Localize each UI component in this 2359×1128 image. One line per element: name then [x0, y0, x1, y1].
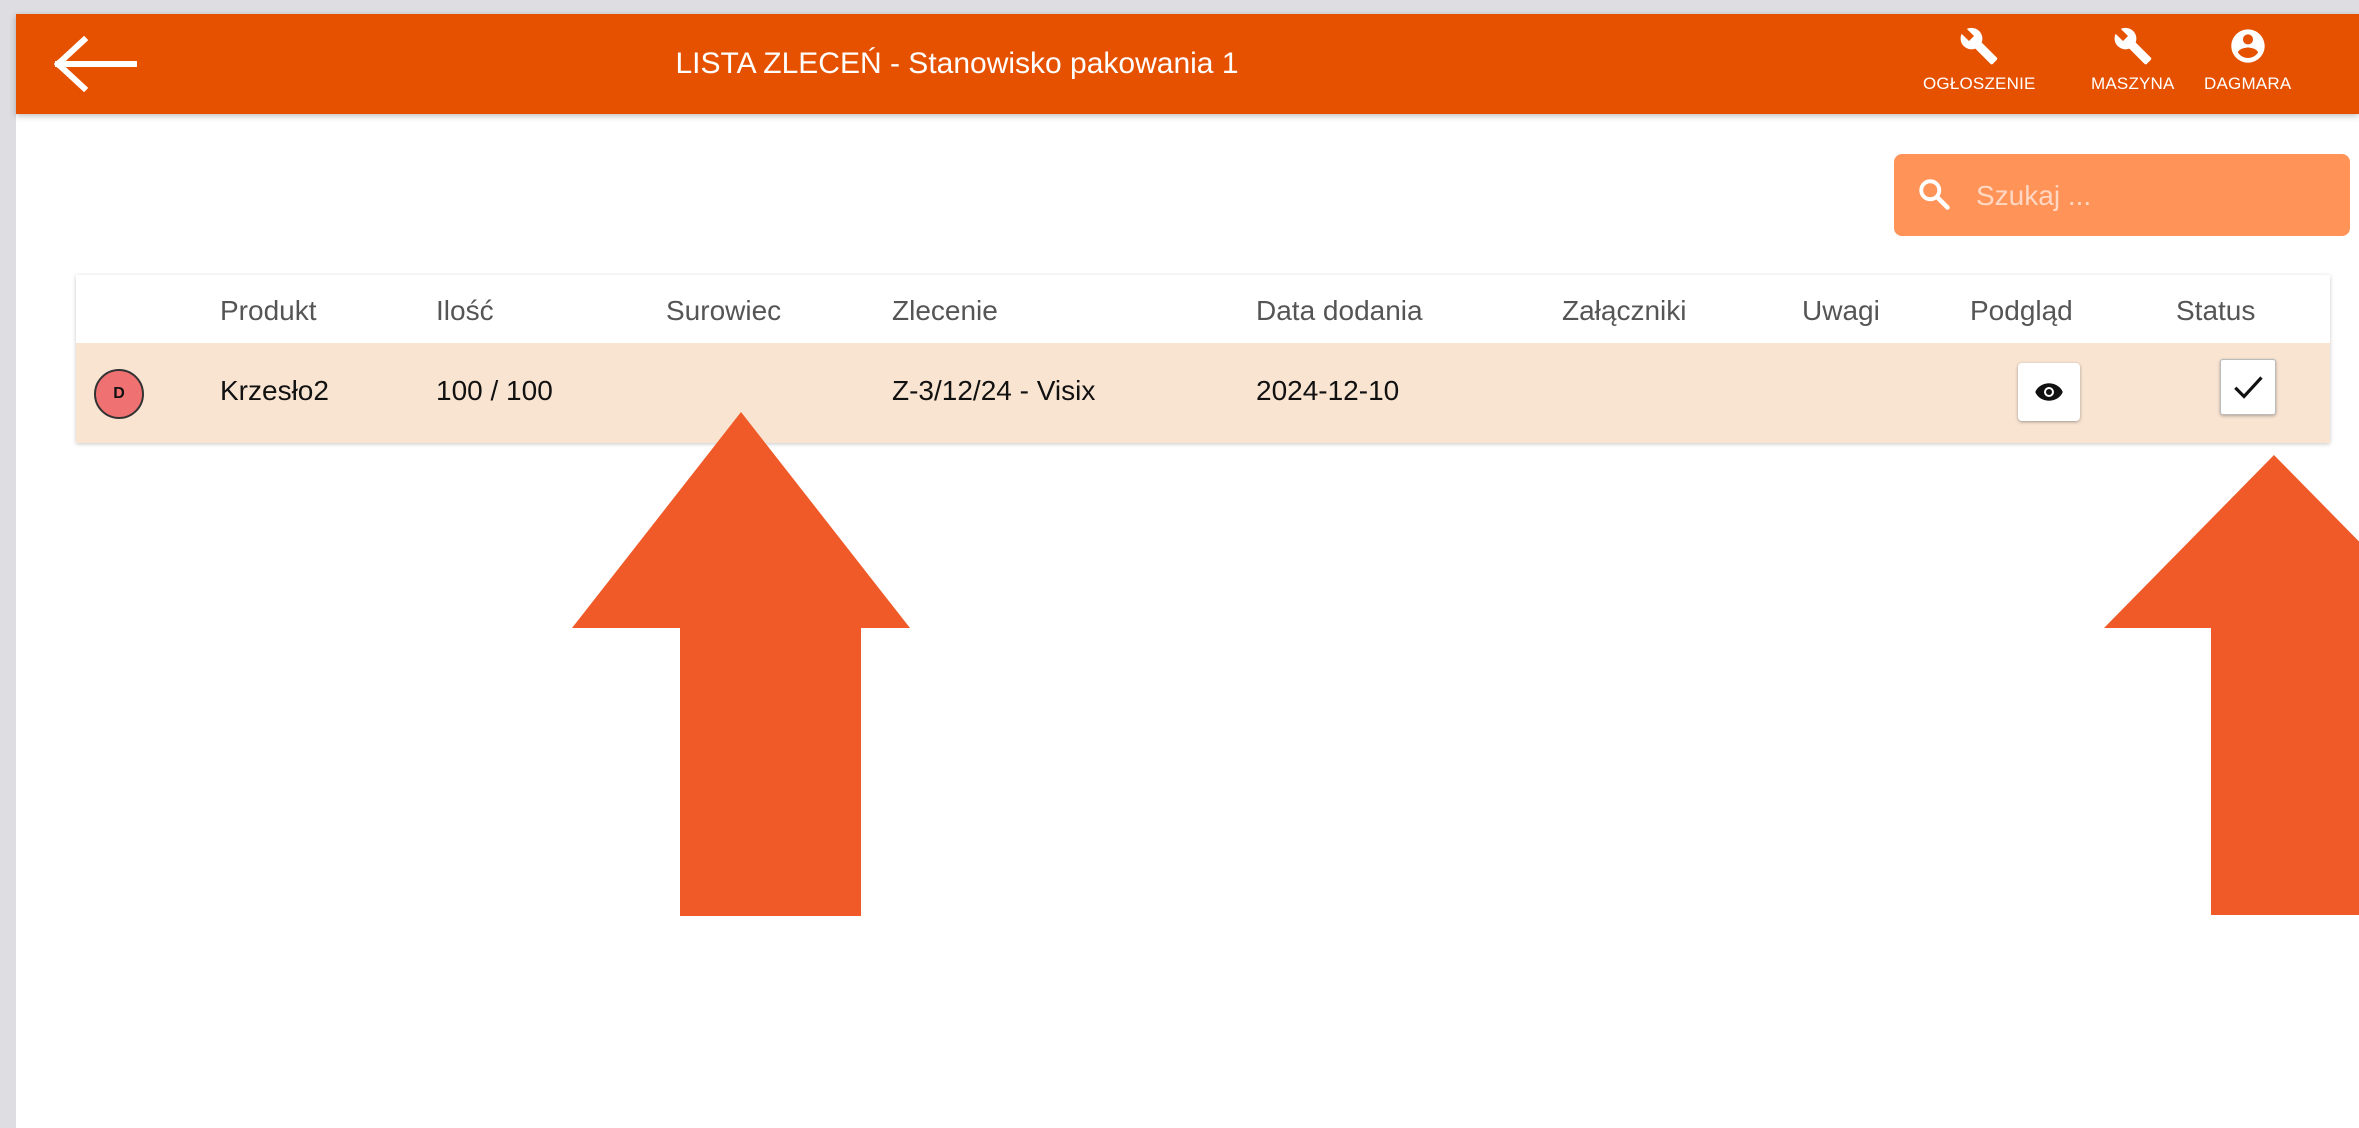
search-field[interactable]: [1894, 154, 2350, 238]
column-header-uwagi[interactable]: Uwagi: [1802, 295, 1880, 327]
announcement-label: OGŁOSZENIE: [1923, 74, 2036, 93]
cell-ilosc: 100 / 100: [436, 375, 553, 406]
column-header-data-dodania[interactable]: Data dodania: [1256, 295, 1423, 327]
checkmark-icon: [2234, 376, 2263, 399]
announcement-button[interactable]: OGŁOSZENIE: [1923, 26, 2036, 94]
cell-zlecenie: Z-3/12/24 - Visix: [892, 375, 1096, 406]
user-menu-button[interactable]: DAGMARA: [2204, 26, 2291, 94]
annotation-arrow-up-icon: [572, 412, 910, 916]
screen-frame-left: [0, 0, 16, 1128]
search-input[interactable]: [1974, 154, 2338, 238]
column-header-produkt[interactable]: Produkt: [220, 295, 317, 327]
cell-data-dodania: 2024-12-10: [1256, 375, 1400, 406]
annotation-arrow-up-icon: [2104, 455, 2359, 915]
column-header-zalaczniki[interactable]: Załączniki: [1562, 295, 1686, 327]
column-header-ilosc[interactable]: Ilość: [436, 295, 494, 327]
wrench-icon: [1960, 27, 1998, 65]
machine-button[interactable]: MASZYNA: [2091, 26, 2175, 94]
cell-produkt: Krzesło2: [220, 375, 329, 406]
screen-frame-top: [0, 0, 2359, 14]
table-row[interactable]: D Krzesło2 100 / 100 Z-3/12/24 - Visix 2…: [76, 343, 2330, 443]
eye-icon: [2035, 383, 2063, 401]
machine-label: MASZYNA: [2091, 74, 2175, 93]
search-icon: [1919, 179, 1950, 210]
account-circle-icon: [2231, 29, 2265, 63]
column-header-podglad[interactable]: Podgląd: [1970, 295, 2073, 327]
column-header-zlecenie[interactable]: Zlecenie: [892, 295, 998, 327]
app-bar: LISTA ZLECEŃ - Stanowisko pakowania 1 OG…: [16, 14, 2359, 114]
status-badge: D: [94, 369, 144, 419]
page-title: LISTA ZLECEŃ - Stanowisko pakowania 1: [675, 47, 1239, 80]
preview-button[interactable]: [2018, 363, 2080, 421]
status-checkbox[interactable]: [2220, 359, 2276, 415]
wrench-icon: [2114, 27, 2152, 65]
user-name-label: DAGMARA: [2204, 74, 2292, 93]
column-header-status[interactable]: Status: [2176, 295, 2255, 327]
orders-table: Produkt Ilość Surowiec Zlecenie Data dod…: [76, 275, 2330, 443]
column-header-surowiec[interactable]: Surowiec: [666, 295, 781, 327]
